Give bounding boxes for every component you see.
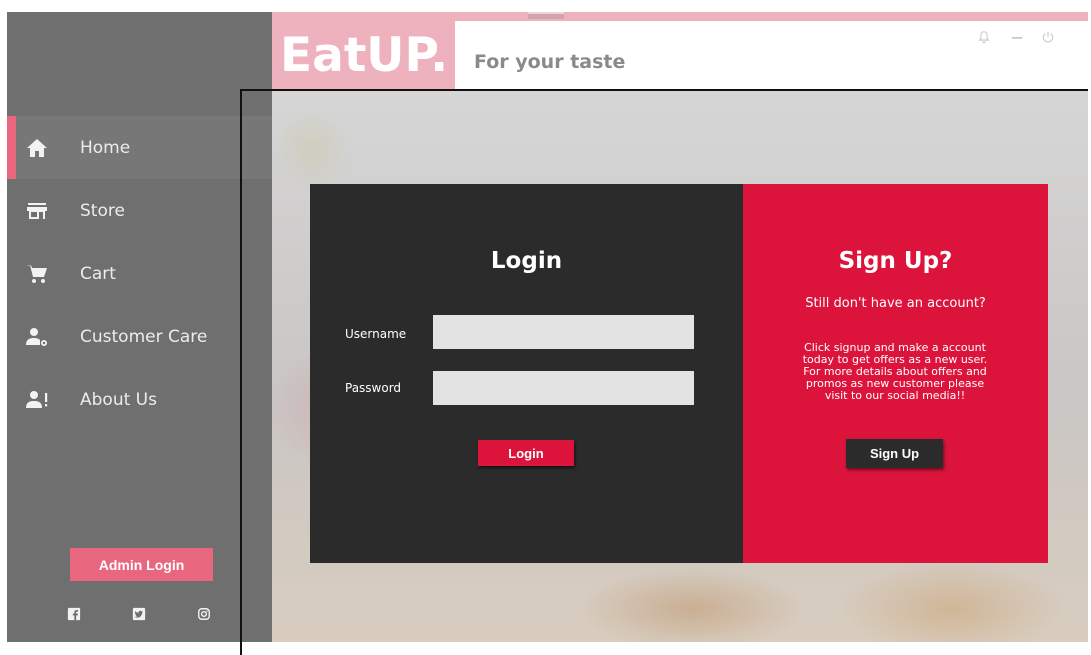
signup-subtitle: Still don't have an account? bbox=[805, 296, 986, 311]
cart-icon bbox=[25, 262, 49, 286]
login-panel: Login Username Password Login bbox=[310, 184, 743, 563]
sidebar-top bbox=[7, 12, 272, 116]
app-window: Home Store Cart Customer Care About Us A… bbox=[0, 0, 1091, 655]
header-strip bbox=[272, 12, 1088, 21]
customer-care-icon bbox=[25, 325, 49, 349]
sidebar-item-label: Store bbox=[80, 200, 125, 221]
login-button[interactable]: Login bbox=[478, 440, 574, 466]
sidebar-item-label: About Us bbox=[80, 389, 157, 410]
instagram-icon[interactable] bbox=[196, 606, 212, 622]
username-label: Username bbox=[345, 327, 407, 341]
selection-frame-left bbox=[240, 89, 242, 655]
bell-icon[interactable] bbox=[976, 29, 992, 45]
header: EatUP. For your taste bbox=[272, 21, 1088, 89]
brand-tagline: For your taste bbox=[474, 51, 626, 73]
signup-button[interactable]: Sign Up bbox=[846, 439, 943, 468]
sidebar-item-home[interactable]: Home bbox=[7, 116, 272, 179]
sidebar-item-label: Customer Care bbox=[80, 326, 208, 347]
login-title: Login bbox=[490, 248, 563, 274]
signup-title: Sign Up? bbox=[838, 248, 953, 274]
sidebar-item-cart[interactable]: Cart bbox=[7, 242, 272, 305]
signup-description: Click signup and make a account today to… bbox=[785, 342, 1005, 402]
sidebar-item-label: Home bbox=[80, 137, 131, 158]
facebook-icon[interactable] bbox=[66, 606, 82, 622]
username-input[interactable] bbox=[433, 315, 694, 349]
about-us-icon bbox=[25, 388, 49, 412]
sidebar-item-label: Cart bbox=[80, 263, 116, 284]
home-icon bbox=[25, 136, 49, 160]
sidebar-item-about-us[interactable]: About Us bbox=[7, 368, 272, 431]
store-icon bbox=[25, 199, 49, 223]
signup-panel: Sign Up? Still don't have an account? Cl… bbox=[743, 184, 1048, 563]
twitter-icon[interactable] bbox=[131, 606, 147, 622]
sidebar-item-customer-care[interactable]: Customer Care bbox=[7, 305, 272, 368]
sidebar-item-store[interactable]: Store bbox=[7, 179, 272, 242]
power-icon[interactable] bbox=[1040, 29, 1056, 45]
minimize-icon[interactable] bbox=[1009, 29, 1025, 45]
admin-login-button[interactable]: Admin Login bbox=[70, 548, 213, 581]
password-label: Password bbox=[345, 381, 402, 395]
drag-handle[interactable] bbox=[528, 12, 564, 19]
brand-logo: EatUP. bbox=[272, 21, 455, 89]
sidebar: Home Store Cart Customer Care About Us A… bbox=[7, 12, 272, 642]
signup-description-line: visit to our social media!! bbox=[824, 389, 966, 402]
selection-frame-top bbox=[240, 89, 1088, 91]
social-links bbox=[7, 606, 272, 630]
password-input[interactable] bbox=[433, 371, 694, 405]
